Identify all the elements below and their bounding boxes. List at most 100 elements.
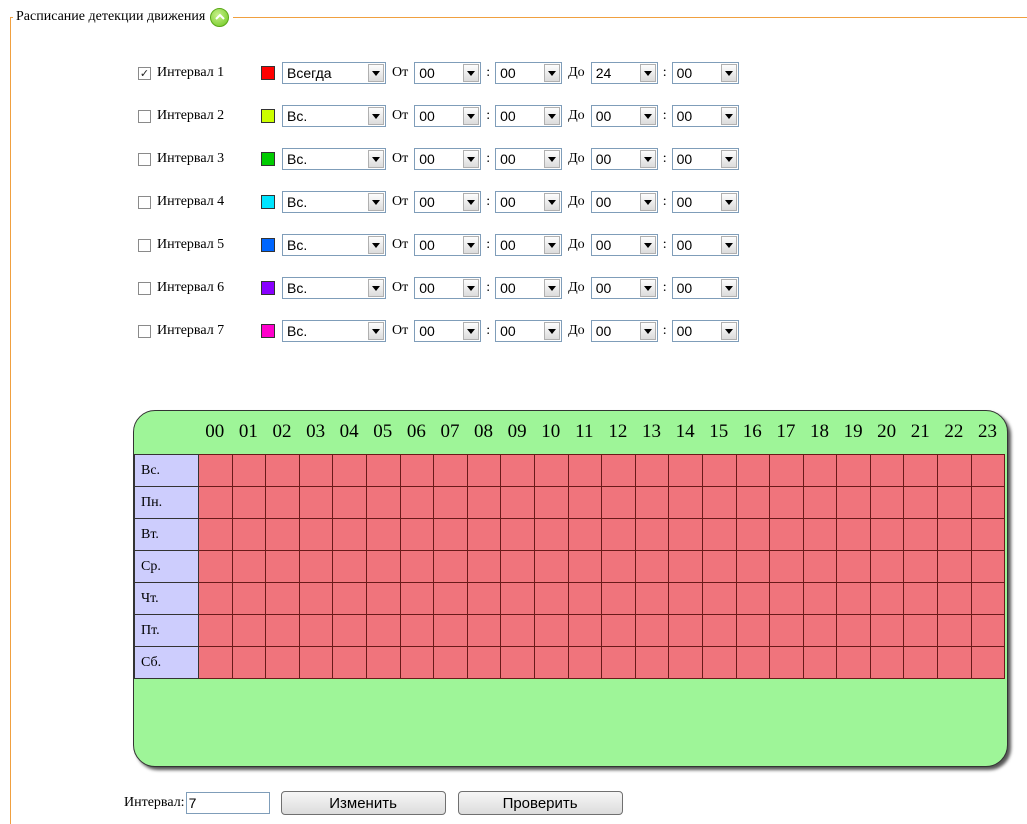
schedule-cell[interactable] — [802, 550, 838, 583]
to-minute-select[interactable]: 00 — [671, 234, 739, 256]
schedule-cell[interactable] — [265, 614, 300, 647]
schedule-cell[interactable] — [668, 550, 703, 583]
schedule-cell[interactable] — [668, 646, 703, 679]
schedule-cell[interactable] — [668, 454, 703, 487]
schedule-cell[interactable] — [500, 646, 535, 679]
schedule-cell[interactable] — [869, 454, 905, 487]
schedule-cell[interactable] — [231, 550, 267, 583]
schedule-cell[interactable] — [601, 582, 636, 615]
from-hour-select[interactable]: 00 — [414, 62, 482, 84]
schedule-cell[interactable] — [836, 582, 871, 615]
from-minute-select[interactable]: 00 — [495, 105, 563, 127]
schedule-cell[interactable] — [399, 550, 435, 583]
schedule-cell[interactable] — [769, 518, 804, 551]
schedule-cell[interactable] — [970, 646, 1006, 679]
schedule-cell[interactable] — [869, 550, 905, 583]
schedule-cell[interactable] — [903, 614, 939, 647]
schedule-cell[interactable] — [869, 614, 905, 647]
to-minute-select[interactable]: 00 — [671, 105, 739, 127]
schedule-cell[interactable] — [701, 582, 737, 615]
from-hour-select[interactable]: 00 — [414, 148, 482, 170]
schedule-cell[interactable] — [836, 550, 871, 583]
schedule-cell[interactable] — [198, 646, 233, 679]
from-minute-select[interactable]: 00 — [495, 191, 563, 213]
schedule-cell[interactable] — [298, 486, 334, 519]
day-select[interactable]: Вс. — [282, 277, 386, 299]
day-select[interactable]: Вс. — [282, 320, 386, 342]
schedule-cell[interactable] — [399, 518, 435, 551]
schedule-cell[interactable] — [903, 582, 939, 615]
schedule-cell[interactable] — [500, 550, 535, 583]
to-minute-select[interactable]: 00 — [671, 320, 739, 342]
to-minute-select[interactable]: 00 — [671, 62, 739, 84]
collapse-chevron-icon[interactable] — [210, 7, 230, 27]
schedule-cell[interactable] — [298, 614, 334, 647]
interval-checkbox[interactable] — [138, 152, 151, 166]
schedule-cell[interactable] — [937, 518, 972, 551]
schedule-cell[interactable] — [500, 518, 535, 551]
schedule-cell[interactable] — [701, 454, 737, 487]
schedule-cell[interactable] — [567, 582, 603, 615]
schedule-cell[interactable] — [802, 614, 838, 647]
schedule-cell[interactable] — [365, 454, 401, 487]
schedule-cell[interactable] — [836, 486, 871, 519]
from-hour-select[interactable]: 00 — [414, 234, 482, 256]
schedule-cell[interactable] — [769, 550, 804, 583]
schedule-cell[interactable] — [601, 646, 636, 679]
to-hour-select[interactable]: 00 — [590, 277, 658, 299]
schedule-cell[interactable] — [332, 646, 367, 679]
schedule-cell[interactable] — [567, 614, 603, 647]
schedule-cell[interactable] — [298, 550, 334, 583]
schedule-cell[interactable] — [399, 614, 435, 647]
schedule-cell[interactable] — [769, 454, 804, 487]
schedule-cell[interactable] — [500, 582, 535, 615]
schedule-cell[interactable] — [433, 454, 468, 487]
schedule-cell[interactable] — [198, 518, 233, 551]
schedule-cell[interactable] — [836, 454, 871, 487]
schedule-cell[interactable] — [433, 582, 468, 615]
schedule-cell[interactable] — [735, 550, 771, 583]
schedule-cell[interactable] — [701, 486, 737, 519]
schedule-cell[interactable] — [466, 550, 502, 583]
schedule-cell[interactable] — [365, 550, 401, 583]
schedule-cell[interactable] — [937, 646, 972, 679]
schedule-cell[interactable] — [466, 486, 502, 519]
schedule-cell[interactable] — [399, 582, 435, 615]
schedule-cell[interactable] — [701, 614, 737, 647]
schedule-cell[interactable] — [298, 454, 334, 487]
day-select[interactable]: Вс. — [282, 191, 386, 213]
from-minute-select[interactable]: 00 — [495, 62, 563, 84]
schedule-cell[interactable] — [970, 518, 1006, 551]
schedule-cell[interactable] — [466, 518, 502, 551]
schedule-cell[interactable] — [399, 454, 435, 487]
schedule-cell[interactable] — [802, 486, 838, 519]
schedule-cell[interactable] — [668, 518, 703, 551]
schedule-cell[interactable] — [802, 518, 838, 551]
schedule-cell[interactable] — [298, 582, 334, 615]
schedule-cell[interactable] — [198, 486, 233, 519]
schedule-cell[interactable] — [634, 582, 670, 615]
day-select[interactable]: Вс. — [282, 105, 386, 127]
schedule-cell[interactable] — [701, 550, 737, 583]
schedule-cell[interactable] — [567, 486, 603, 519]
interval-checkbox[interactable] — [138, 281, 151, 295]
schedule-cell[interactable] — [601, 614, 636, 647]
schedule-cell[interactable] — [735, 486, 771, 519]
schedule-cell[interactable] — [231, 582, 267, 615]
schedule-cell[interactable] — [265, 550, 300, 583]
schedule-cell[interactable] — [567, 518, 603, 551]
schedule-cell[interactable] — [937, 454, 972, 487]
schedule-cell[interactable] — [836, 646, 871, 679]
to-hour-select[interactable]: 00 — [590, 234, 658, 256]
schedule-cell[interactable] — [533, 614, 569, 647]
schedule-cell[interactable] — [231, 454, 267, 487]
schedule-cell[interactable] — [802, 454, 838, 487]
to-minute-select[interactable]: 00 — [671, 148, 739, 170]
schedule-cell[interactable] — [869, 486, 905, 519]
schedule-cell[interactable] — [533, 582, 569, 615]
schedule-cell[interactable] — [903, 454, 939, 487]
schedule-cell[interactable] — [533, 518, 569, 551]
schedule-cell[interactable] — [500, 454, 535, 487]
schedule-cell[interactable] — [399, 646, 435, 679]
schedule-cell[interactable] — [601, 454, 636, 487]
